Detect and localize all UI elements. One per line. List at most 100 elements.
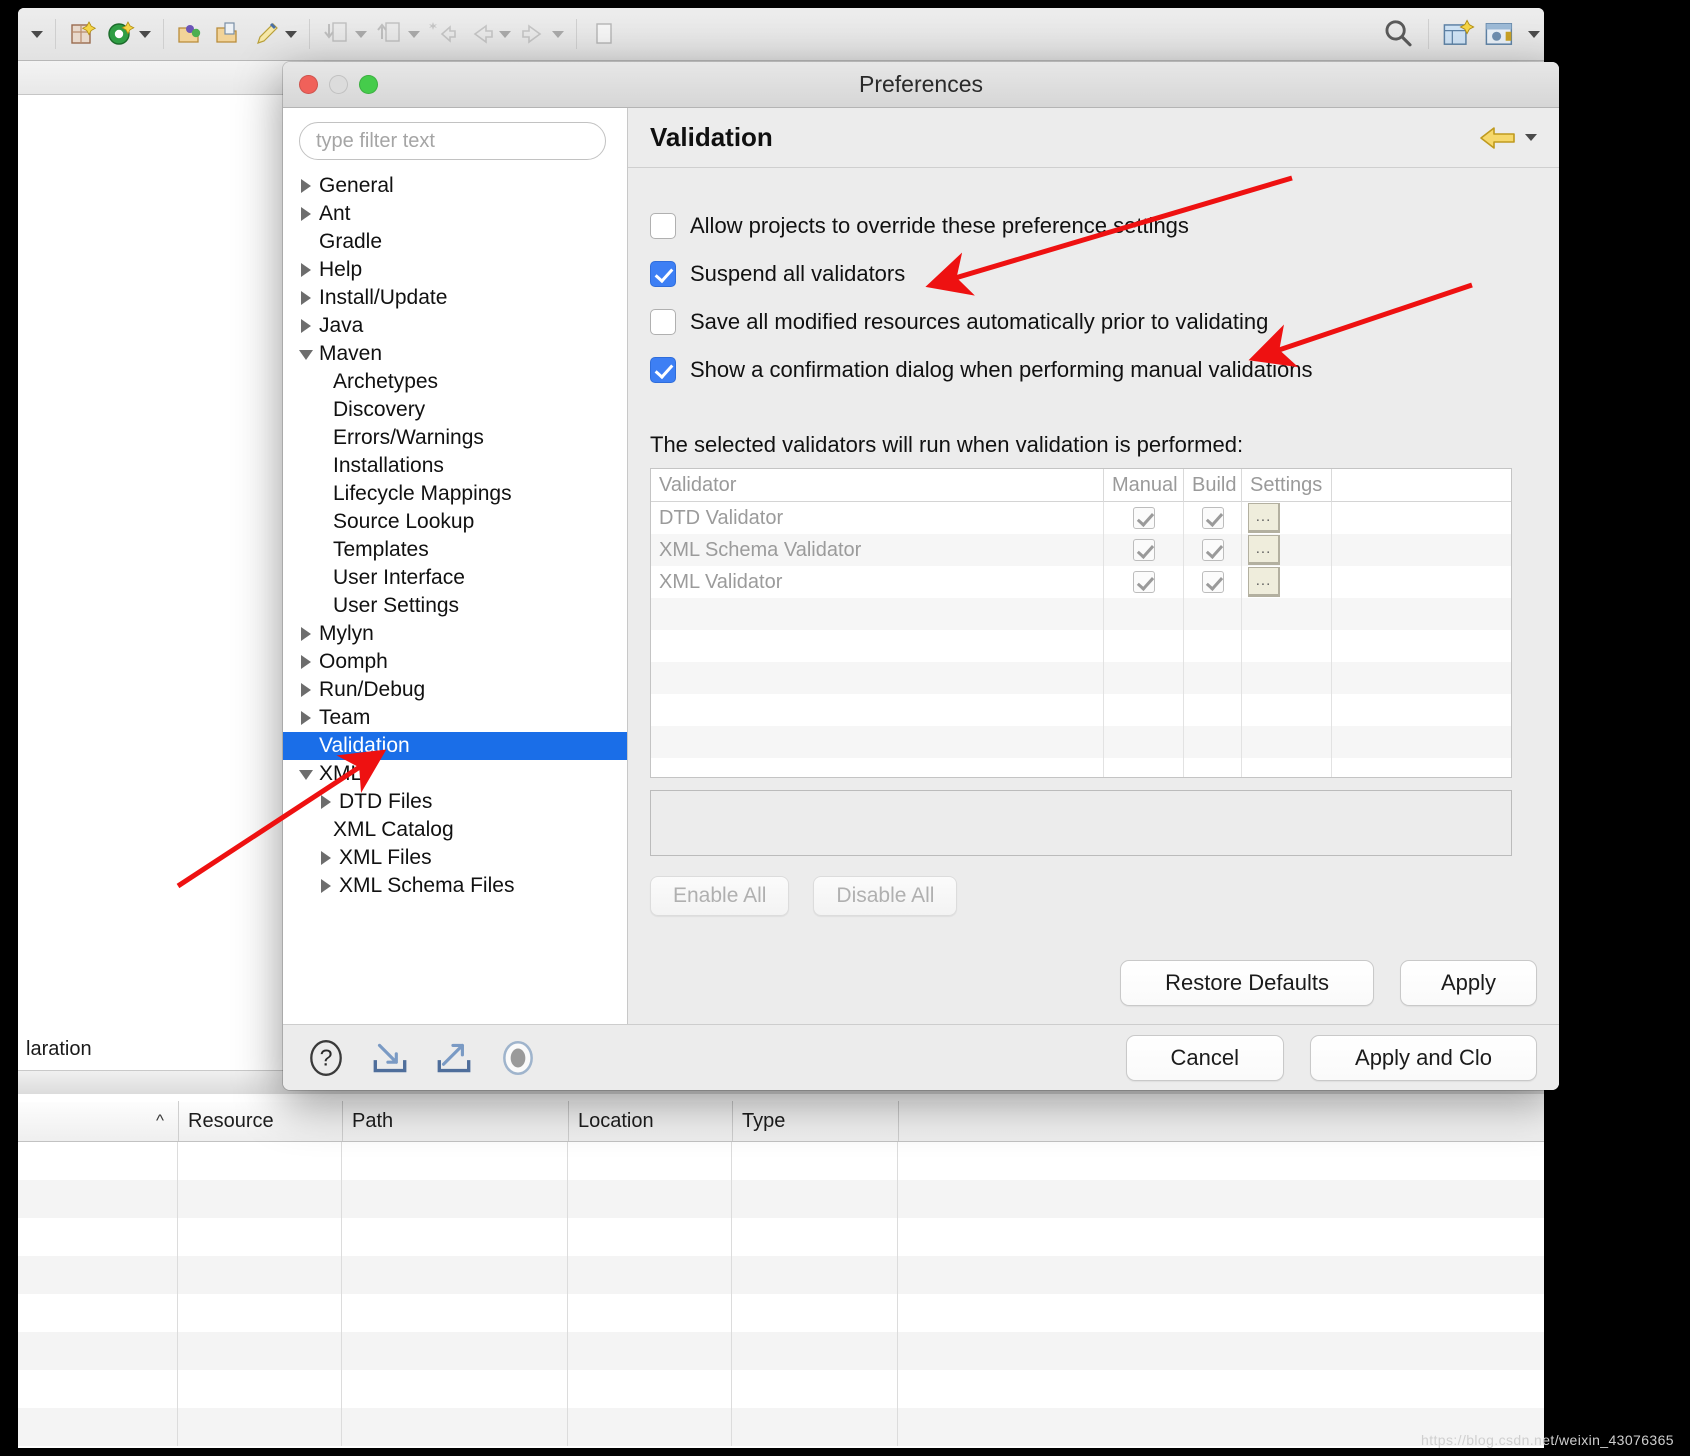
table-row[interactable] bbox=[18, 1142, 1544, 1180]
dropdown-caret-icon[interactable] bbox=[31, 30, 43, 38]
checkbox-save-all-modified[interactable] bbox=[650, 309, 676, 335]
sidebar-item-help[interactable]: Help bbox=[283, 256, 627, 284]
option-show-confirmation-dialog[interactable]: Show a confirmation dialog when performi… bbox=[650, 346, 1537, 394]
cell-build[interactable] bbox=[1183, 534, 1241, 566]
checkbox-allow-projects-override[interactable] bbox=[650, 213, 676, 239]
sidebar-item-maven[interactable]: Maven bbox=[283, 340, 627, 368]
edit-dropdown-caret-icon[interactable] bbox=[285, 30, 297, 38]
table-row[interactable] bbox=[18, 1256, 1544, 1294]
cell-build[interactable] bbox=[1183, 502, 1241, 534]
sidebar-item-user-interface[interactable]: User Interface bbox=[283, 564, 627, 592]
checkbox-manual[interactable] bbox=[1132, 507, 1155, 529]
trailing-caret-icon[interactable] bbox=[1528, 30, 1540, 38]
open-perspective-button[interactable] bbox=[1437, 8, 1479, 61]
new-wizard-button[interactable] bbox=[64, 8, 102, 61]
cell-manual[interactable] bbox=[1103, 534, 1183, 566]
table-row[interactable] bbox=[18, 1370, 1544, 1408]
column-header-path[interactable]: Path bbox=[342, 1101, 568, 1141]
chevron-right-icon[interactable] bbox=[297, 708, 317, 728]
back-icon[interactable] bbox=[466, 19, 496, 49]
cell-settings[interactable]: ... bbox=[1241, 502, 1331, 534]
sidebar-item-discovery[interactable]: Discovery bbox=[283, 396, 627, 424]
toolbar-leading-caret[interactable] bbox=[24, 8, 47, 61]
column-header-validator[interactable]: Validator bbox=[651, 469, 1103, 502]
settings-button[interactable]: ... bbox=[1248, 567, 1280, 597]
restore-defaults-button[interactable]: Restore Defaults bbox=[1120, 960, 1374, 1006]
next-annotation-icon[interactable] bbox=[428, 19, 458, 49]
checkbox-build[interactable] bbox=[1201, 507, 1224, 529]
apply-and-close-button[interactable]: Apply and Clo bbox=[1310, 1034, 1537, 1081]
search-button[interactable] bbox=[1376, 8, 1420, 61]
table-row-empty[interactable] bbox=[651, 694, 1511, 726]
table-row[interactable] bbox=[18, 1180, 1544, 1218]
chevron-right-icon[interactable] bbox=[297, 288, 317, 308]
table-row[interactable] bbox=[18, 1294, 1544, 1332]
chevron-right-icon[interactable] bbox=[297, 260, 317, 280]
sidebar-item-ant[interactable]: Ant bbox=[283, 200, 627, 228]
table-row[interactable]: XML Validator ... bbox=[651, 566, 1511, 598]
table-row-empty[interactable] bbox=[651, 598, 1511, 630]
chevron-right-icon[interactable] bbox=[317, 876, 337, 896]
table-row-empty[interactable] bbox=[651, 630, 1511, 662]
apply-button[interactable]: Apply bbox=[1399, 960, 1537, 1006]
perspective-java-icon[interactable] bbox=[1483, 17, 1517, 51]
chevron-down-icon[interactable] bbox=[297, 344, 317, 364]
validators-table[interactable]: Validator Manual Build Settings DTD Vali… bbox=[650, 468, 1512, 778]
table-row[interactable] bbox=[18, 1332, 1544, 1370]
sidebar-item-xml[interactable]: XML bbox=[283, 760, 627, 788]
open-task-button[interactable] bbox=[210, 8, 248, 61]
table-row[interactable]: XML Schema Validator ... bbox=[651, 534, 1511, 566]
sidebar-item-validation[interactable]: Validation bbox=[283, 732, 627, 760]
sidebar-item-mylyn[interactable]: Mylyn bbox=[283, 620, 627, 648]
new-wizard-icon[interactable] bbox=[68, 19, 98, 49]
chevron-right-icon[interactable] bbox=[297, 316, 317, 336]
sort-indicator-icon[interactable]: ^ bbox=[18, 1101, 178, 1141]
settings-button[interactable]: ... bbox=[1248, 503, 1280, 533]
back-caret-icon[interactable] bbox=[499, 30, 511, 38]
perspective-open-icon[interactable] bbox=[1441, 17, 1475, 51]
forward-icon[interactable] bbox=[519, 19, 549, 49]
option-suspend-all-validators[interactable]: Suspend all validators bbox=[650, 250, 1537, 298]
forward-caret-icon[interactable] bbox=[552, 30, 564, 38]
cell-settings[interactable]: ... bbox=[1241, 566, 1331, 598]
checkbox-manual[interactable] bbox=[1132, 539, 1155, 561]
sidebar-item-run-debug[interactable]: Run/Debug bbox=[283, 676, 627, 704]
table-row[interactable]: DTD Validator ... bbox=[651, 502, 1511, 534]
sidebar-item-xml-schema-files[interactable]: XML Schema Files bbox=[283, 872, 627, 900]
option-allow-projects-override[interactable]: Allow projects to override these prefere… bbox=[650, 202, 1537, 250]
new-dropdown-caret-icon[interactable] bbox=[139, 30, 151, 38]
chevron-right-icon[interactable] bbox=[317, 792, 337, 812]
back-button[interactable] bbox=[462, 8, 515, 61]
sidebar-item-installations[interactable]: Installations bbox=[283, 452, 627, 480]
chevron-right-icon[interactable] bbox=[297, 652, 317, 672]
help-icon[interactable]: ? bbox=[305, 1037, 347, 1079]
checkbox-build[interactable] bbox=[1201, 571, 1224, 593]
cancel-button[interactable]: Cancel bbox=[1125, 1034, 1285, 1081]
new-window-button[interactable] bbox=[585, 8, 623, 61]
sidebar-item-lifecycle-mappings[interactable]: Lifecycle Mappings bbox=[283, 480, 627, 508]
chevron-down-icon[interactable] bbox=[1525, 134, 1537, 141]
disable-all-button[interactable]: Disable All bbox=[813, 876, 958, 916]
checkbox-build[interactable] bbox=[1201, 539, 1224, 561]
search-input[interactable] bbox=[299, 122, 606, 160]
chevron-down-icon[interactable] bbox=[297, 764, 317, 784]
sidebar-item-oomph[interactable]: Oomph bbox=[283, 648, 627, 676]
table-row[interactable] bbox=[18, 1408, 1544, 1446]
sidebar-item-xml-catalog[interactable]: XML Catalog bbox=[283, 816, 627, 844]
table-row[interactable] bbox=[18, 1218, 1544, 1256]
edit-pen-button[interactable] bbox=[248, 8, 301, 61]
chevron-right-icon[interactable] bbox=[297, 624, 317, 644]
checkbox-suspend-all-validators[interactable] bbox=[650, 261, 676, 287]
sidebar-item-general[interactable]: General bbox=[283, 172, 627, 200]
cell-settings[interactable]: ... bbox=[1241, 534, 1331, 566]
export-preferences-icon[interactable] bbox=[433, 1037, 475, 1079]
export-button[interactable] bbox=[371, 8, 424, 61]
open-task-icon[interactable] bbox=[214, 19, 244, 49]
export-icon[interactable] bbox=[375, 19, 405, 49]
chevron-right-icon[interactable] bbox=[297, 204, 317, 224]
forward-button[interactable] bbox=[515, 8, 568, 61]
open-type-icon[interactable] bbox=[176, 19, 206, 49]
toggle-icon[interactable] bbox=[497, 1037, 539, 1079]
checkbox-manual[interactable] bbox=[1132, 571, 1155, 593]
import-button[interactable] bbox=[318, 8, 371, 61]
